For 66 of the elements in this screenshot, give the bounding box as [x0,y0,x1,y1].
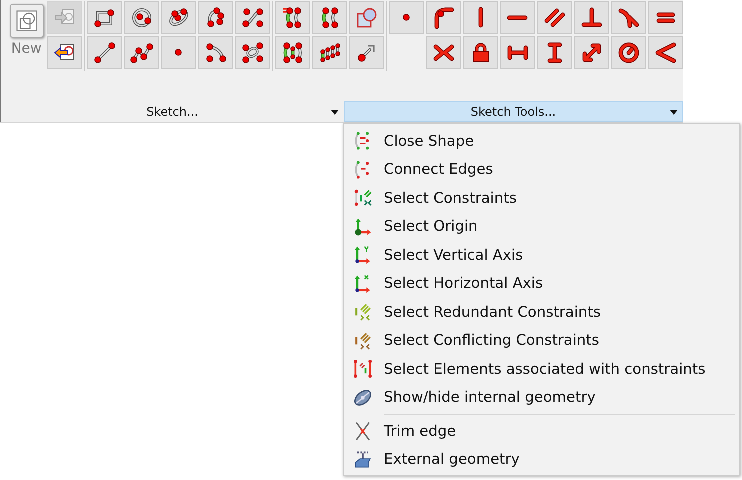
panel-tab[interactable]: Sketch... [1,101,344,122]
dot-icon [403,14,410,21]
arc-tool-button[interactable] [198,36,234,69]
arc-tool-button[interactable] [198,1,234,34]
menu-item[interactable]: Connect Edges [344,156,739,184]
node-pair-tool-button[interactable] [275,1,310,34]
point-icon [175,49,182,56]
leave-sketch-tool-button[interactable] [47,36,82,69]
menu-item[interactable]: Select Conflicting Constraints [344,326,739,355]
menu-item[interactable]: Close Shape [344,127,739,156]
parallel-tool-button[interactable] [537,1,572,34]
new-sketch-icon [10,4,44,38]
point-on-curve-tool-button[interactable] [426,1,462,34]
perpendicular-tool-button[interactable] [574,1,610,34]
angle-icon [654,40,678,64]
menu-item[interactable]: Select Vertical Axis [344,241,739,270]
lock-tool-button[interactable] [463,36,498,69]
menu-item[interactable]: External geometry [344,446,739,474]
angle-tool-button[interactable] [648,36,684,69]
caret-icon [331,110,339,115]
arc-icon [204,40,228,64]
symmetric-tool-button[interactable] [426,36,462,69]
menu-item[interactable]: Select Horizontal Axis [344,270,739,298]
menu-item[interactable]: Select Origin [344,212,739,241]
circle-icon [130,6,154,30]
new-button[interactable]: New [8,4,46,57]
menu-item[interactable]: Select Constraints [344,184,739,212]
node-columns-icon [318,40,342,64]
curve-icon [240,6,265,30]
dot-tool-button[interactable] [389,1,424,34]
line-tool-button[interactable] [87,36,122,69]
radius-tool-button[interactable] [611,36,646,69]
polyline-tool-button[interactable] [124,36,160,69]
vertical-icon [478,7,484,28]
horizontal-tool-button[interactable] [500,1,536,34]
node-pair-tool-button[interactable] [312,1,348,34]
perpendicular-icon [580,6,604,30]
diagonal-arrow-tool-button[interactable] [574,36,610,69]
node-pair-tool-button[interactable] [275,36,310,69]
radius-icon [616,40,641,64]
constraints-icon [352,358,374,380]
overlap-tool-button[interactable] [349,1,384,34]
vertical-tool-button[interactable] [463,1,498,34]
slot-tool-button[interactable] [235,36,270,69]
equal-tool-button[interactable] [648,1,684,34]
panel-tab[interactable]: Sketch Tools... [344,101,683,122]
horizontal-icon [507,14,528,20]
vertical-distance-tool-button[interactable] [537,36,572,69]
point-tool-button[interactable] [161,36,196,69]
node-pair-icon [280,40,305,64]
menu-item[interactable]: Select Redundant Constraints [344,298,739,326]
menu-item[interactable]: Trim edge [344,417,739,446]
node-columns-tool-button[interactable] [312,36,348,69]
line-icon [92,40,117,64]
rectangle-tool-button[interactable] [87,1,122,34]
circle-tool-button[interactable] [124,1,160,34]
slot-icon [240,40,265,64]
polyline-icon [130,40,154,64]
horizontal-distance-tool-button[interactable] [500,36,536,69]
menu-item[interactable]: Show/hide internal geometry [344,384,739,412]
overlap-icon [354,6,379,30]
menu-item[interactable]: Select Elements associated with constraints [344,355,739,384]
curve-tool-button[interactable] [235,1,270,34]
ellipse-tool-button[interactable] [161,1,196,34]
tangent-tool-button[interactable] [611,1,646,34]
caret-icon [670,110,678,115]
